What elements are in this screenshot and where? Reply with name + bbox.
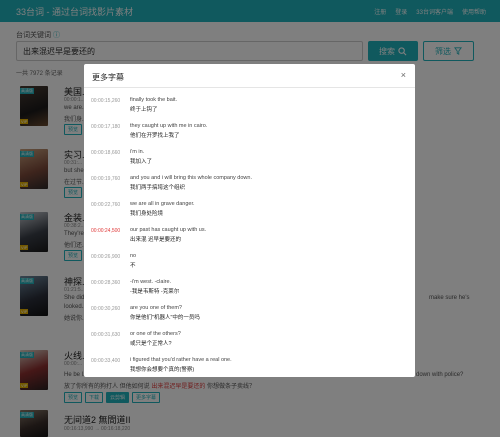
subtitle-en: no — [130, 253, 137, 259]
subtitle-zh: 或只是个正常人? — [130, 341, 172, 347]
subtitle-zh: 他们在开罗找上我了 — [130, 133, 180, 139]
subtitle-timestamp: 00:00:18,660 — [91, 150, 121, 156]
subtitle-timestamp: 00:00:22,760 — [91, 202, 121, 208]
subtitle-zh: 我们两手搞垮这个组织 — [130, 185, 186, 191]
subtitle-timestamp: 00:00:15,260 — [91, 98, 121, 104]
subtitle-timestamp: 00:00:31,630 — [91, 332, 121, 338]
subtitle-en: -i'm west. -claire. — [130, 279, 172, 285]
more-subtitles-modal: 更多字幕 × 00:00:15,260 finally took the bai… — [84, 64, 415, 377]
subtitle-zh: 我加入了 — [130, 159, 153, 165]
subtitle-zh: 我想你会想要个真的(警察) — [130, 367, 195, 373]
subtitle-timestamp: 00:00:28,360 — [91, 280, 121, 286]
subtitle-zh: 不 — [130, 263, 136, 269]
subtitle-en: i'm in. — [130, 149, 145, 155]
subtitle-en: finally took the bait. — [130, 97, 178, 103]
modal-title: 更多字幕 — [92, 73, 124, 82]
subtitle-timestamp: 00:00:33,400 — [91, 358, 121, 364]
subtitle-zh: 你是他们"机器人"中的一员吗 — [130, 315, 200, 321]
subtitle-en: we are all in grave danger. — [130, 201, 195, 207]
subtitle-zh: -我是韦斯特 -克莱尔 — [130, 289, 180, 295]
subtitle-zh: 出来混 迟早是要还的 — [130, 237, 182, 243]
subtitle-timestamp: 00:00:30,260 — [91, 306, 121, 312]
subtitle-timestamp: 00:00:19,760 — [91, 176, 121, 182]
subtitle-zh: 我们身处险境 — [130, 211, 164, 217]
subtitle-en: i figured that you'd rather have a real … — [130, 357, 232, 363]
close-icon[interactable]: × — [401, 70, 406, 80]
subtitle-en: or one of the others? — [130, 331, 181, 337]
modal-header: 更多字幕 × — [84, 64, 415, 88]
subtitle-en: and you and i will bring this whole comp… — [130, 175, 252, 181]
subtitle-timestamp: 00:00:24,500 — [91, 228, 121, 234]
subtitle-timestamp: 00:00:26,900 — [91, 254, 121, 260]
subtitle-list[interactable]: 00:00:15,260 finally took the bait. 终于上钩… — [84, 89, 415, 377]
subtitle-en: our past has caught up with us. — [130, 227, 207, 233]
subtitle-zh: 终于上钩了 — [130, 107, 158, 113]
subtitle-en: they caught up with me in cairo. — [130, 123, 208, 129]
subtitle-en: are you one of them? — [130, 305, 182, 311]
subtitle-timestamp: 00:00:17,180 — [91, 124, 121, 130]
